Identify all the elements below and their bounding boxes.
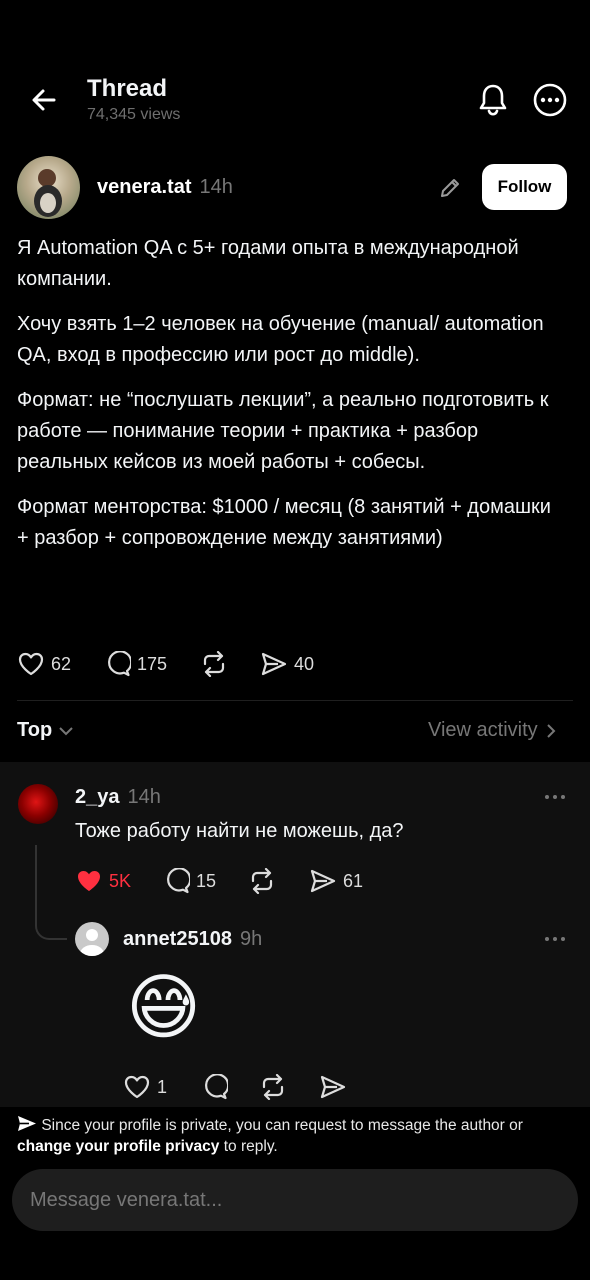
share-count: 40 [294, 653, 315, 674]
edit-button[interactable] [437, 175, 463, 201]
like-button[interactable]: 62 [17, 651, 71, 677]
thread-line [35, 845, 67, 940]
comment-button[interactable]: 175 [103, 651, 167, 677]
comment-icon [167, 868, 190, 894]
reply-author[interactable]: annet25108 [123, 928, 232, 951]
view-count: 74,345 views [87, 106, 181, 123]
more-options-button[interactable] [532, 82, 568, 118]
share-button[interactable]: 40 [260, 651, 314, 677]
comment-author[interactable]: 2_ya [75, 786, 120, 809]
reply-like-count: 1 [157, 1076, 168, 1097]
reply-share-button[interactable] [319, 1074, 347, 1100]
send-icon [18, 1116, 36, 1131]
heart-icon [124, 1075, 150, 1099]
back-button[interactable] [28, 84, 60, 116]
bell-icon [479, 84, 507, 116]
post-time: 14h [199, 176, 233, 198]
post-paragraph: Я Automation QA с 5+ годами опыта в межд… [17, 237, 519, 290]
privacy-text-end: to reply. [219, 1138, 278, 1155]
reply-time: 9h [239, 928, 263, 950]
heart-icon [18, 652, 44, 676]
sort-dropdown[interactable]: Top [17, 719, 74, 742]
heart-filled-icon [78, 871, 100, 891]
send-icon [310, 869, 336, 893]
reply-repost-button[interactable] [259, 1074, 287, 1100]
message-input[interactable]: Message venera.tat... [12, 1169, 578, 1231]
send-icon [261, 652, 287, 676]
view-activity-link[interactable]: View activity [428, 719, 556, 742]
sort-label: Top [17, 719, 53, 741]
reply-more-button[interactable] [545, 937, 565, 941]
avatar[interactable] [75, 922, 109, 956]
reply-like-button[interactable]: 1 [123, 1074, 167, 1100]
comment-count: 175 [137, 653, 168, 674]
comment-text: Тоже работу найти не можешь, да? [75, 820, 404, 842]
page-title: Thread [87, 75, 168, 102]
like-count: 62 [51, 653, 72, 674]
default-avatar-icon [80, 929, 104, 956]
view-activity-label: View activity [428, 719, 538, 741]
comment-reply-count: 15 [196, 870, 217, 891]
comment-icon [108, 651, 131, 677]
repost-icon [251, 868, 273, 894]
repost-icon [203, 651, 225, 677]
comment-more-button[interactable] [545, 795, 565, 799]
privacy-settings-link[interactable]: change your profile privacy [17, 1138, 219, 1155]
avatar-figure-icon [34, 169, 62, 217]
comment-like-button[interactable]: 5K [75, 868, 131, 894]
comment-icon [205, 1074, 228, 1100]
message-placeholder: Message venera.tat... [30, 1188, 223, 1211]
privacy-notice: Since your profile is private, you can r… [17, 1115, 573, 1157]
divider [17, 700, 573, 701]
post-paragraph: Хочу взять 1–2 человек на обучение (manu… [17, 313, 544, 366]
post-author[interactable]: venera.tat [97, 176, 192, 199]
reply-emoji: 😅 [126, 968, 202, 1048]
reply-author-row: annet25108 9h [123, 928, 262, 951]
comment-repost-button[interactable] [248, 868, 276, 894]
pencil-icon [441, 179, 459, 197]
comment-like-count: 5K [109, 870, 132, 891]
avatar[interactable] [18, 784, 58, 824]
post-body: Я Automation QA с 5+ годами опыта в межд… [17, 233, 562, 568]
comment-reply-button[interactable]: 15 [162, 868, 216, 894]
chevron-down-icon [59, 726, 73, 735]
arrow-left-icon [32, 89, 56, 111]
comment-share-count: 61 [343, 870, 364, 891]
post-paragraph: Формат менторства: $1000 / месяц (8 заня… [17, 496, 551, 549]
comment-author-row: 2_ya 14h [75, 786, 161, 809]
avatar[interactable] [17, 156, 80, 219]
chevron-right-icon [546, 723, 556, 738]
post-author-row: venera.tat 14h [97, 176, 233, 199]
reply-reply-button[interactable] [200, 1074, 228, 1100]
comment-share-button[interactable]: 61 [309, 868, 363, 894]
privacy-text: Since your profile is private, you can r… [41, 1117, 523, 1134]
post-paragraph: Формат: не “послушать лекции”, а реально… [17, 389, 549, 473]
more-icon [533, 83, 567, 117]
notifications-button[interactable] [476, 82, 510, 118]
repost-button[interactable] [200, 651, 228, 677]
comment-time: 14h [127, 786, 161, 808]
follow-button[interactable]: Follow [482, 164, 567, 210]
repost-icon [262, 1074, 284, 1100]
send-icon [320, 1075, 346, 1099]
